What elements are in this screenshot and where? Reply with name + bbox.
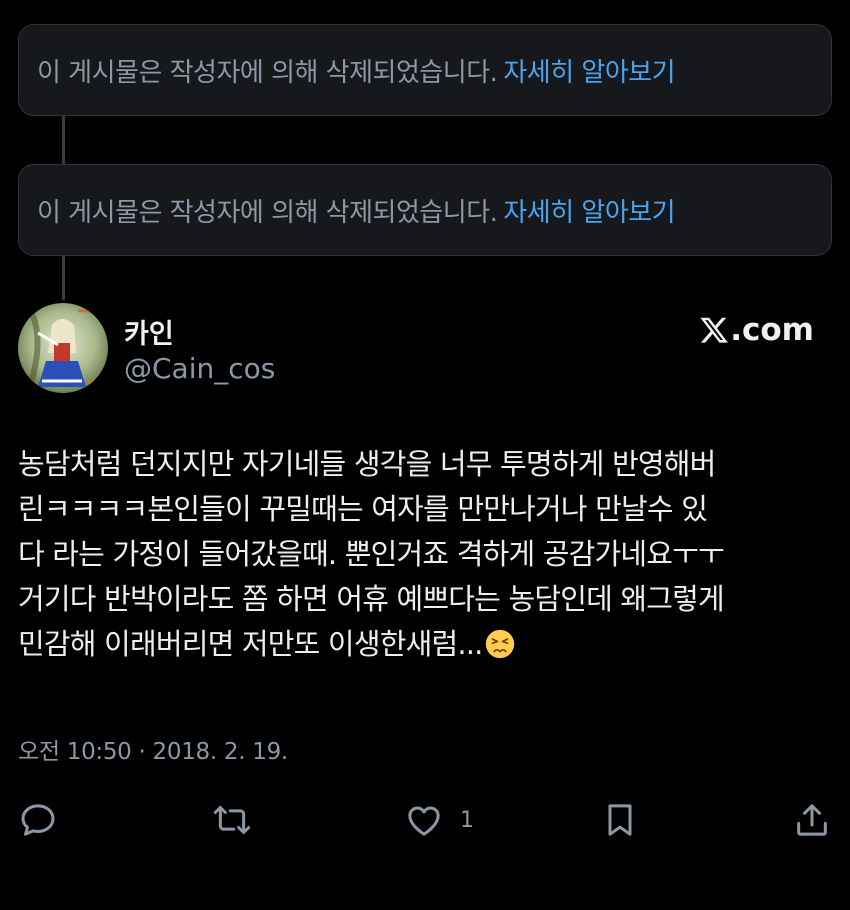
speech-bubble-icon — [21, 804, 55, 836]
persevering-face-emoji — [485, 629, 514, 659]
deleted-post-message: 이 게시물은 작성자에 의해 삭제되었습니다. — [37, 197, 498, 228]
retweet-button[interactable] — [212, 797, 252, 843]
x-logo-icon — [700, 317, 729, 343]
tweet-line: 다 라는 가정이 들어갔을때. 뿐인거죠 격하게 공감가네요ㅜㅜ — [18, 537, 725, 571]
learn-more-link[interactable]: 자세히 알아보기 — [503, 52, 675, 89]
thread-connector-line — [62, 256, 65, 300]
author-handle[interactable]: @Cain_cos — [124, 352, 275, 385]
tweet-line: 농담처럼 던지지만 자기네들 생각을 너무 투명하게 반영해버 — [18, 447, 716, 481]
tweet-line: 거기다 반박이라도 쫌 하면 어휴 예쁘다는 농담인데 왜그렇게 — [18, 582, 725, 616]
learn-more-link[interactable]: 자세히 알아보기 — [503, 192, 675, 229]
deleted-post-message: 이 게시물은 작성자에 의해 삭제되었습니다. — [37, 57, 498, 88]
deleted-post-notice: 이 게시물은 작성자에 의해 삭제되었습니다. 자세히 알아보기 — [18, 164, 832, 256]
tweet-line-last: 민감해 이래버리면 저만또 이생한새럼... — [18, 622, 834, 667]
like-count: 1 — [460, 807, 474, 833]
share-button[interactable] — [792, 797, 832, 843]
avatar[interactable] — [18, 303, 108, 393]
tweet-line: 린ㅋㅋㅋㅋ본인들이 꾸밀때는 여자를 만만나거나 만날수 있 — [18, 492, 708, 526]
deleted-post-notice: 이 게시물은 작성자에 의해 삭제되었습니다. 자세히 알아보기 — [18, 24, 832, 116]
bookmark-icon — [608, 804, 632, 836]
share-icon — [797, 804, 827, 836]
retweet-icon — [213, 806, 251, 834]
tweet-timestamp[interactable]: 오전 10:50 · 2018. 2. 19. — [18, 732, 288, 766]
heart-icon — [408, 806, 440, 836]
tweet-line: 민감해 이래버리면 저만또 이생한새럼... — [18, 627, 483, 661]
bookmark-button[interactable] — [600, 797, 640, 843]
brand-logo: .com — [699, 312, 814, 348]
tweet-text: 농담처럼 던지지만 자기네들 생각을 너무 투명하게 반영해버 린ㅋㅋㅋㅋ본인들… — [18, 442, 834, 667]
author-display-name[interactable]: 카인 — [124, 312, 174, 351]
thread-connector-line — [62, 116, 65, 166]
like-button[interactable]: 1 — [404, 797, 474, 843]
brand-suffix: .com — [730, 312, 814, 348]
reply-button[interactable] — [18, 797, 58, 843]
